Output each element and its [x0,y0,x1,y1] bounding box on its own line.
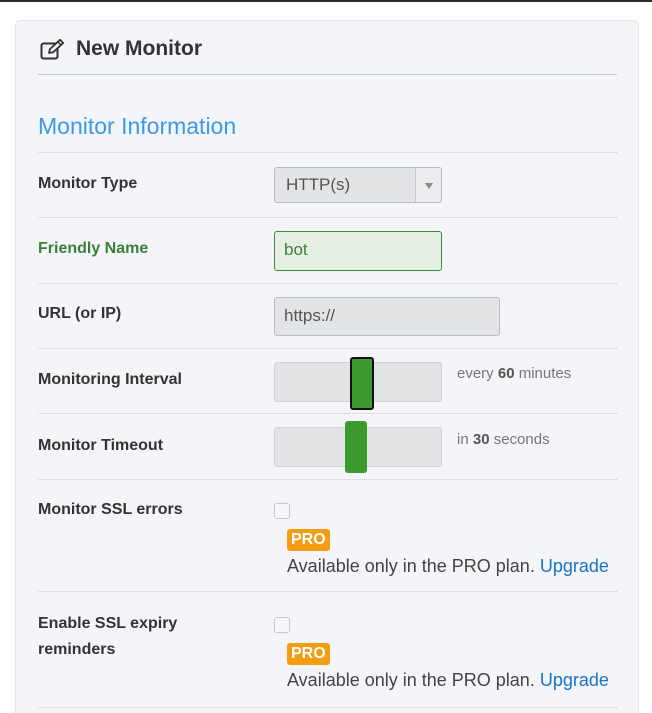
interval-note: every 60 minutes [457,365,572,382]
monitor-timeout-slider[interactable] [274,421,442,473]
divider [38,479,617,480]
ssl-errors-checkbox[interactable] [274,503,290,519]
url-input[interactable]: https:// [274,297,500,336]
monitor-type-select[interactable]: HTTP(s) [274,167,442,203]
divider [38,413,617,414]
section-title: Monitor Information [38,113,237,139]
friendly-name-label: Friendly Name [38,240,149,257]
edit-icon [40,39,65,60]
ssl-expiry-checkbox[interactable] [274,617,290,633]
divider [38,283,617,284]
divider [38,152,617,153]
top-border [0,0,652,2]
slider-handle[interactable] [345,421,367,473]
friendly-name-input[interactable]: bot [274,231,442,271]
monitor-ssl-errors-label: Monitor SSL errors [38,501,183,518]
ssl-expiry-label: Enable SSL expiry reminders [38,615,178,658]
monitor-timeout-label: Monitor Timeout [38,437,164,454]
divider [38,217,617,218]
panel-header: New Monitor [38,35,617,75]
chevron-down-icon [425,183,433,189]
divider [38,591,617,592]
upgrade-link[interactable]: Upgrade [540,556,609,576]
page-title: New Monitor [76,37,202,60]
slider-handle[interactable] [350,357,374,410]
pro-badge: PRO [287,643,330,665]
upgrade-link[interactable]: Upgrade [540,670,609,690]
timeout-value: 30 [472,431,490,448]
divider [38,707,617,708]
dropdown-toggle[interactable] [415,168,441,202]
pro-badge: PRO [287,529,330,551]
monitoring-interval-slider[interactable] [274,357,442,410]
pro-plan-note: Available only in the PRO plan. Upgrade [287,556,609,576]
monitor-type-label: Monitor Type [38,175,138,192]
monitoring-interval-label: Monitoring Interval [38,371,182,388]
url-label: URL (or IP) [38,305,122,322]
monitor-type-value: HTTP(s) [286,175,351,194]
interval-value: 60 [497,365,515,382]
pro-plan-note: Available only in the PRO plan. Upgrade [287,670,609,690]
timeout-note: in 30 seconds [457,431,550,448]
new-monitor-panel: New Monitor Monitor Information Monitor … [15,20,639,713]
divider [38,348,617,349]
